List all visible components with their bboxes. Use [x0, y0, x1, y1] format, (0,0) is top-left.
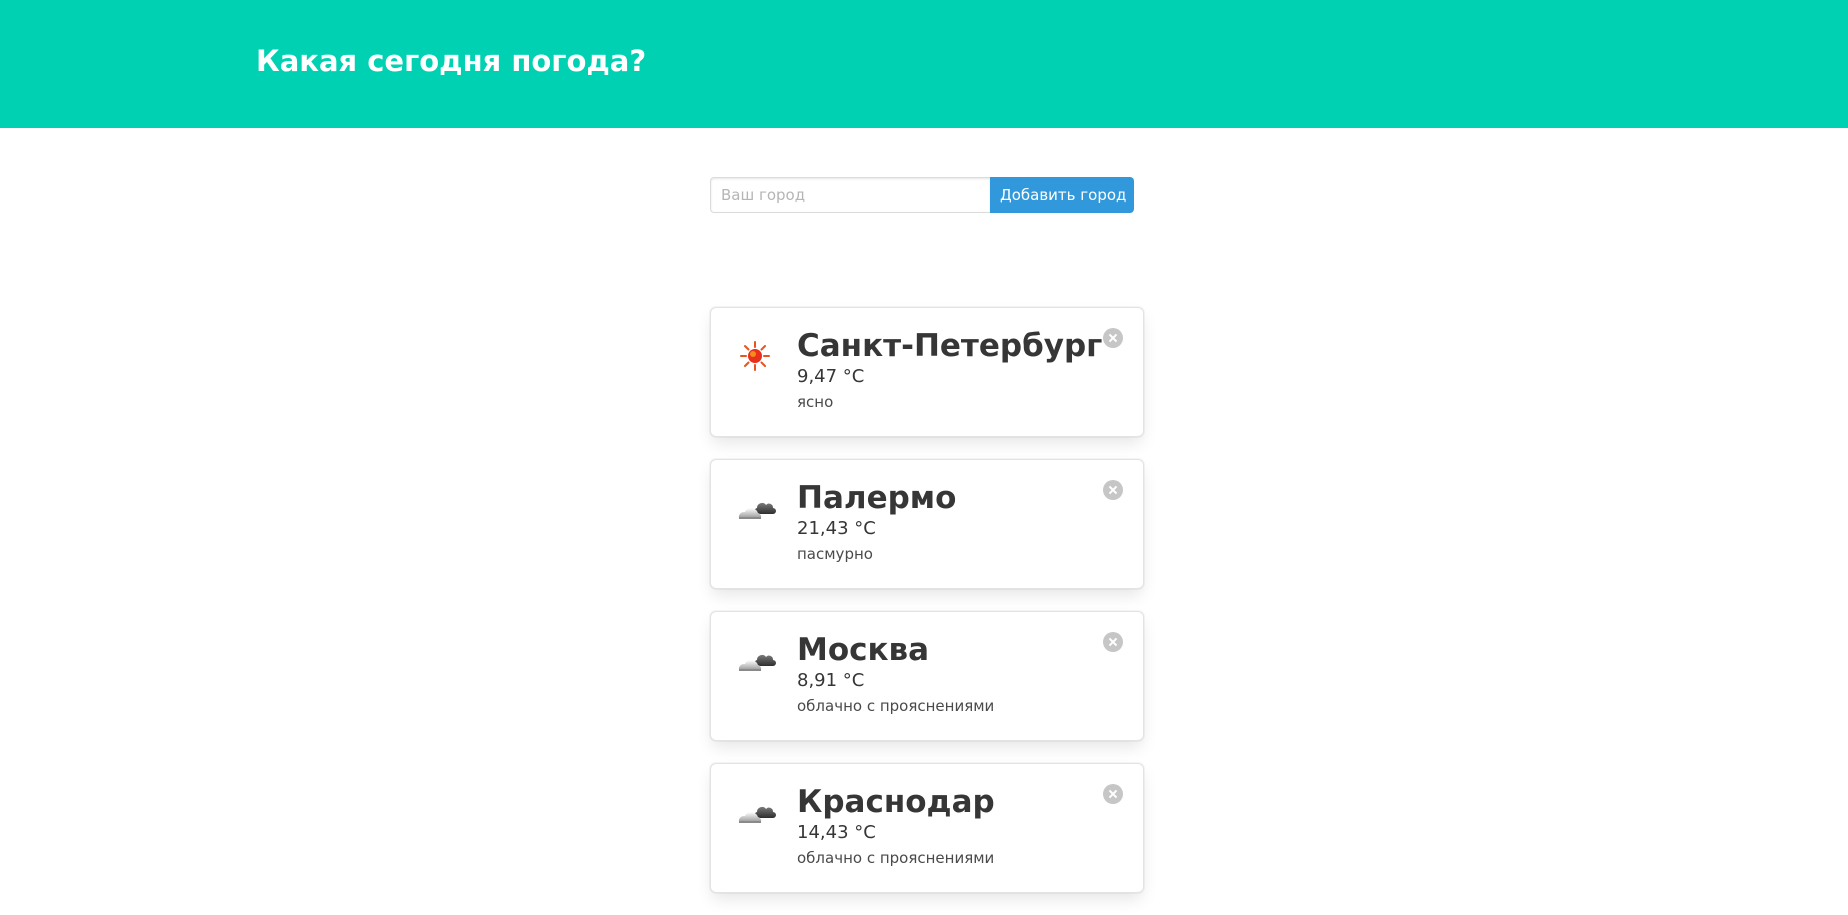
weather-card-body: Краснодар 14,43 °C облачно с прояснениям…	[797, 784, 995, 868]
city-name: Краснодар	[797, 784, 995, 820]
temperature: 21,43 °C	[797, 518, 876, 540]
weather-card: Палермо 21,43 °C пасмурно	[710, 459, 1144, 589]
city-name: Палермо	[797, 480, 957, 516]
weather-card: Москва 8,91 °C облачно с прояснениями	[710, 611, 1144, 741]
delete-city-button[interactable]	[1103, 480, 1123, 500]
delete-city-button[interactable]	[1103, 632, 1123, 652]
temperature: 14,43 °C	[797, 822, 876, 844]
weather-card-body: Санкт-Петербург 9,47 °C ясно	[797, 328, 1102, 412]
city-name: Москва	[797, 632, 930, 668]
header-banner: Какая сегодня погода?	[0, 0, 1848, 128]
temperature: 9,47 °C	[797, 366, 865, 388]
weather-description: облачно с прояснениями	[797, 848, 995, 867]
city-name: Санкт-Петербург	[797, 328, 1103, 364]
weather-description: облачно с прояснениями	[797, 696, 995, 715]
weather-card: Санкт-Петербург 9,47 °C ясно	[710, 307, 1144, 437]
add-city-form: Добавить город	[710, 177, 1134, 213]
sun-icon	[735, 336, 779, 376]
weather-card: Краснодар 14,43 °C облачно с прояснениям…	[710, 763, 1144, 893]
temperature: 8,91 °C	[797, 670, 865, 692]
partly-cloudy-icon	[735, 640, 779, 680]
weather-description: ясно	[797, 392, 834, 411]
city-input[interactable]	[710, 177, 990, 213]
delete-city-button[interactable]	[1103, 784, 1123, 804]
city-weather-list: Санкт-Петербург 9,47 °C ясно Палермо 21,…	[710, 307, 1144, 915]
weather-card-body: Москва 8,91 °C облачно с прояснениями	[797, 632, 994, 716]
cloudy-icon	[735, 488, 779, 528]
partly-cloudy-icon	[735, 792, 779, 832]
weather-card-body: Палермо 21,43 °C пасмурно	[797, 480, 956, 564]
add-city-button[interactable]: Добавить город	[990, 177, 1134, 213]
weather-description: пасмурно	[797, 544, 873, 563]
delete-city-button[interactable]	[1103, 328, 1123, 348]
page-title: Какая сегодня погода?	[256, 44, 647, 78]
